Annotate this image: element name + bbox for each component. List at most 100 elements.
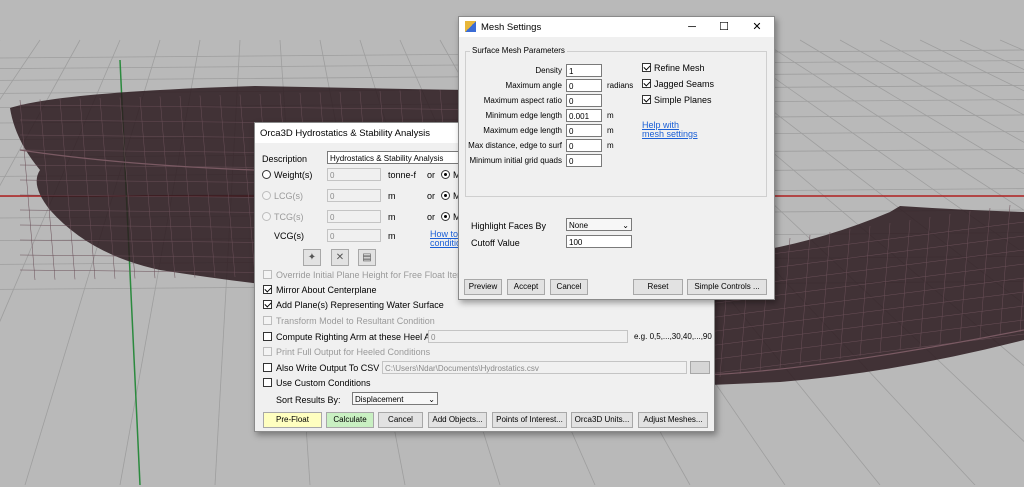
cutoff-label: Cutoff Value [471,238,520,248]
tcg-m-radio[interactable] [441,212,450,221]
description-input[interactable]: Hydrostatics & Stability Analysis [327,151,465,164]
mesh-param-label: Minimum initial grid quads [469,156,562,165]
mesh-param-label: Density [535,66,562,75]
mirror-checkbox[interactable] [263,285,272,294]
tcg-unit: m [388,212,396,222]
mesh-param-unit: radians [607,81,634,90]
highlight-select[interactable]: None ⌄ [566,218,632,231]
tcg-radio[interactable] [262,212,271,221]
lcg-unit: m [388,191,396,201]
refine-mesh-checkbox[interactable] [642,63,651,72]
righting-label: Compute Righting Arm at these Heel Angle… [276,332,452,342]
lcg-or: or [427,191,436,201]
weight-or: or [427,170,436,180]
calculate-button[interactable]: Calculate [326,412,374,428]
mesh-param-input[interactable]: 0 [566,79,602,92]
mesh-param-input[interactable]: 0 [566,154,602,167]
mesh-cancel-button[interactable]: Cancel [550,279,588,295]
mesh-param-unit: m [607,141,614,150]
righting-input[interactable]: 0 [428,330,628,343]
surface-mesh-group [465,51,767,197]
minimize-icon[interactable]: ─ [677,17,707,37]
lcg-label: LCG(s) [274,191,303,201]
lcg-radio[interactable] [262,191,271,200]
weight-label: Weight(s) [274,170,313,180]
weight-input[interactable]: 0 [327,168,381,181]
orca-units-button[interactable]: Orca3D Units... [571,412,633,428]
mesh-param-label: Maximum angle [505,81,562,90]
chevron-down-icon: ⌄ [622,221,629,230]
mesh-param-unit: m [607,126,614,135]
righting-checkbox[interactable] [263,332,272,341]
mesh-param-input[interactable]: 0 [566,139,602,152]
add-planes-label: Add Plane(s) Representing Water Surface [276,300,444,310]
custom-label: Use Custom Conditions [276,378,371,388]
sort-select[interactable]: Displacement ⌄ [352,392,438,405]
custom-checkbox[interactable] [263,378,272,387]
add-objects-button[interactable]: Add Objects... [428,412,487,428]
prefloat-button[interactable]: Pre-Float [263,412,322,428]
reset-button[interactable]: Reset [633,279,683,295]
maximize-icon[interactable]: ☐ [709,17,739,37]
mesh-param-input[interactable]: 0.001 [566,109,602,122]
mesh-param-input[interactable]: 0 [566,124,602,137]
add-planes-checkbox[interactable] [263,300,272,309]
sort-label: Sort Results By: [276,395,341,405]
satellite-icon[interactable]: ✦ [303,249,321,266]
jagged-seams-label: Jagged Seams [654,79,715,89]
righting-example: e.g. 0,5,...,30,40,...,90 [634,332,712,341]
description-label: Description [262,154,308,164]
cutoff-input[interactable]: 100 [566,235,632,248]
transform-checkbox[interactable] [263,316,272,325]
adjust-meshes-button[interactable]: Adjust Meshes... [638,412,708,428]
csv-browse-button[interactable] [690,361,710,374]
preview-button[interactable]: Preview [464,279,502,295]
document-icon[interactable]: ▤ [358,249,376,266]
weight-m-radio[interactable] [441,170,450,179]
simple-planes-label: Simple Planes [654,95,712,105]
hydrostatics-title: Orca3D Hydrostatics & Stability Analysis [260,128,431,139]
refine-mesh-label: Refine Mesh [654,63,705,73]
override-label: Override Initial Plane Height for Free F… [276,270,480,280]
tcg-label: TCG(s) [274,212,304,222]
mesh-param-label: Maximum aspect ratio [483,96,562,105]
tcg-input[interactable]: 0 [327,210,381,223]
highlight-label: Highlight Faces By [471,221,547,231]
jagged-seams-checkbox[interactable] [642,79,651,88]
sort-value: Displacement [355,395,404,404]
weight-unit: tonne-f [388,170,417,180]
group-title: Surface Mesh Parameters [470,46,567,55]
help-mesh-link-2[interactable]: mesh settings [642,129,698,139]
points-of-interest-button[interactable]: Points of Interest... [492,412,567,428]
vcg-unit: m [388,231,396,241]
simple-controls-button[interactable]: Simple Controls ... [687,279,767,295]
print-full-checkbox[interactable] [263,347,272,356]
simple-planes-checkbox[interactable] [642,95,651,104]
mesh-param-input[interactable]: 0 [566,94,602,107]
mesh-param-unit: m [607,111,614,120]
hydro-cancel-button[interactable]: Cancel [378,412,423,428]
transform-label: Transform Model to Resultant Condition [276,316,435,326]
csv-label: Also Write Output To CSV File [276,363,397,373]
mesh-param-label: Minimum edge length [485,111,562,120]
vcg-input[interactable]: 0 [327,229,381,242]
highlight-value: None [569,221,589,230]
tcg-or: or [427,212,436,222]
help-link-conditions-2[interactable]: conditio [430,238,461,248]
accept-button[interactable]: Accept [507,279,545,295]
mesh-param-label: Max distance, edge to surf [468,141,562,150]
close-icon[interactable]: ✕ [742,17,772,37]
csv-checkbox[interactable] [263,363,272,372]
mesh-param-input[interactable]: 1 [566,64,602,77]
weight-radio[interactable] [262,170,271,179]
mirror-label: Mirror About Centerplane [276,285,377,295]
mesh-settings-dialog: Mesh Settings ─ ☐ ✕ Surface Mesh Paramet… [458,16,775,300]
wrench-icon[interactable]: ✕ [331,249,349,266]
mesh-titlebar[interactable]: Mesh Settings ─ ☐ ✕ [459,17,774,37]
lcg-input[interactable]: 0 [327,189,381,202]
vcg-label: VCG(s) [274,231,304,241]
lcg-m-radio[interactable] [441,191,450,200]
chevron-down-icon: ⌄ [428,395,435,404]
csv-path-input[interactable]: C:\Users\Ndar\Documents\Hydrostatics.csv [382,361,687,374]
override-checkbox[interactable] [263,270,272,279]
